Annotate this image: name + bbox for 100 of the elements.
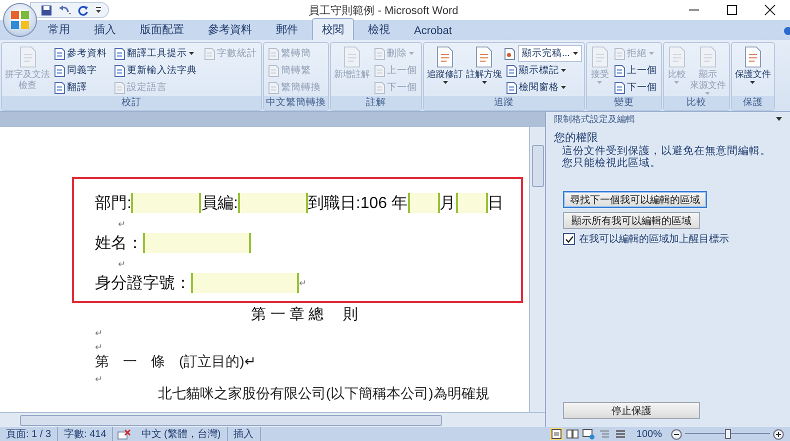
editable-field[interactable]: [191, 273, 299, 293]
group-label: 註解: [331, 96, 421, 110]
info-text: 您只能檢視此區域。: [561, 157, 662, 169]
window-title: 員工守則範例 - Microsoft Word: [308, 4, 460, 18]
ribbon-button[interactable]: 參考資料: [52, 45, 109, 62]
paragraph-mark: ↵: [95, 328, 103, 338]
form-label: 到職日:106 年: [308, 194, 408, 214]
zoom-out-icon[interactable]: [671, 428, 682, 440]
body-text: 北七貓咪之家股份有限公司(以下簡稱本公司)為明確規: [158, 385, 490, 401]
editable-field[interactable]: [408, 193, 440, 213]
caret-icon[interactable]: [776, 117, 782, 121]
page-icon: [374, 48, 385, 60]
ribbon-button[interactable]: 註解方塊: [465, 45, 503, 96]
page-icon: [506, 64, 517, 76]
pane-button[interactable]: 尋找下一個我可以編輯的區域: [563, 191, 707, 208]
page-icon: [18, 46, 38, 68]
ribbon-button[interactable]: 追蹤修訂: [426, 45, 464, 96]
page-count[interactable]: 頁面: 1 / 3: [0, 427, 58, 441]
ribbon-tab[interactable]: 檢視: [358, 18, 400, 40]
ribbon-button[interactable]: 下一個: [612, 79, 659, 96]
pane-button[interactable]: 顯示所有我可以編輯的區域: [563, 212, 700, 229]
paragraph-mark: ↵: [95, 342, 103, 352]
checkbox-label: 在我可以編輯的區域加上醒目標示: [579, 232, 729, 246]
page-icon: [268, 82, 279, 94]
page-icon: [54, 64, 65, 76]
markup-dropdown[interactable]: 顯示完稿...: [518, 45, 582, 62]
zoom-slider-thumb[interactable]: [724, 429, 730, 439]
page-icon: [374, 64, 385, 76]
page-icon: [666, 46, 687, 68]
ribbon-button[interactable]: 翻譯: [52, 79, 109, 96]
caret-icon: [597, 81, 602, 84]
ribbon-button[interactable]: 保護文件: [734, 45, 772, 96]
page-icon: [114, 64, 125, 76]
page-icon: [342, 46, 362, 68]
ribbon-tab[interactable]: 校閱: [312, 18, 354, 40]
ribbon-button[interactable]: 同義字: [52, 62, 109, 79]
caret-icon: [409, 52, 414, 55]
ribbon-tab[interactable]: 插入: [84, 18, 126, 40]
print-layout-icon[interactable]: [550, 428, 564, 440]
insert-mode[interactable]: 插入: [228, 427, 261, 441]
page-icon: [374, 82, 385, 94]
caret-icon: [561, 86, 566, 89]
ribbon-button[interactable]: 檢閱窗格: [504, 79, 582, 96]
four-squares-icon: [9, 9, 31, 31]
page-icon: [506, 82, 517, 94]
form-label: 員編:: [201, 194, 238, 214]
paragraph-mark: ↵: [118, 259, 126, 269]
caret-icon: [442, 81, 448, 84]
page-icon: [474, 46, 494, 68]
page-icon: [590, 46, 610, 68]
editable-field[interactable]: [456, 193, 488, 213]
language-indicator[interactable]: 中文 (繁體，台灣): [135, 427, 228, 441]
ribbon-tab[interactable]: 常用: [38, 18, 80, 40]
form-label: 部門:: [95, 194, 132, 214]
ribbon-button[interactable]: 上一個: [612, 62, 659, 79]
reading-layout-icon[interactable]: [566, 428, 580, 440]
group-label: 校訂: [2, 96, 261, 110]
save-icon[interactable]: [41, 4, 52, 16]
proofing-icon[interactable]: [117, 428, 132, 440]
checkbox[interactable]: [563, 233, 575, 245]
page-icon: [614, 48, 625, 60]
editable-field[interactable]: [143, 233, 251, 253]
ribbon-button[interactable]: 更新輸入法字典: [112, 62, 199, 79]
caret-icon: [561, 69, 566, 72]
caret-icon: [482, 81, 486, 84]
ribbon-tab[interactable]: Acrobat: [404, 21, 462, 40]
undo-icon[interactable]: [58, 4, 72, 16]
close-icon[interactable]: [764, 4, 776, 16]
web-layout-icon[interactable]: [582, 428, 596, 440]
maximize-icon[interactable]: [726, 4, 738, 16]
ribbon-tab[interactable]: 郵件: [266, 18, 308, 40]
page-icon: [435, 46, 455, 68]
form-label: 身分證字號：: [95, 274, 191, 294]
ribbon-button[interactable]: 顯示標記: [504, 62, 582, 79]
editable-field[interactable]: [238, 193, 308, 213]
page-icon: [614, 82, 625, 94]
pane-title: 限制格式設定及編輯: [554, 112, 635, 126]
zoom-in-icon[interactable]: [773, 428, 784, 440]
page-icon: [268, 48, 279, 60]
help-icon[interactable]: [782, 26, 790, 36]
group-label: 追蹤: [424, 96, 584, 110]
word-count[interactable]: 字數: 414: [58, 427, 114, 441]
vertical-scrollbar[interactable]: [529, 127, 545, 412]
group-label: 變更: [586, 96, 661, 110]
editable-field[interactable]: [131, 193, 202, 213]
stop-protection-button[interactable]: 停止保護: [563, 402, 700, 419]
caret-icon: [750, 81, 756, 84]
ribbon-tab[interactable]: 參考資料: [198, 18, 262, 40]
form-label: 日: [488, 194, 504, 214]
redo-icon[interactable]: [78, 4, 89, 16]
ribbon-button[interactable]: 翻譯工具提示: [112, 45, 199, 62]
draft-icon[interactable]: [614, 428, 628, 440]
page-icon: [54, 48, 65, 60]
caret-icon: [189, 52, 194, 55]
group-label: 中文繁簡轉換: [264, 96, 328, 110]
horizontal-scrollbar[interactable]: [0, 412, 545, 427]
article-heading: 第 一 條 (訂立目的)↵: [95, 353, 256, 369]
ribbon-tab[interactable]: 版面配置: [130, 18, 194, 40]
zoom-level[interactable]: 100%: [630, 428, 668, 440]
customize-caret-icon[interactable]: [95, 6, 102, 14]
